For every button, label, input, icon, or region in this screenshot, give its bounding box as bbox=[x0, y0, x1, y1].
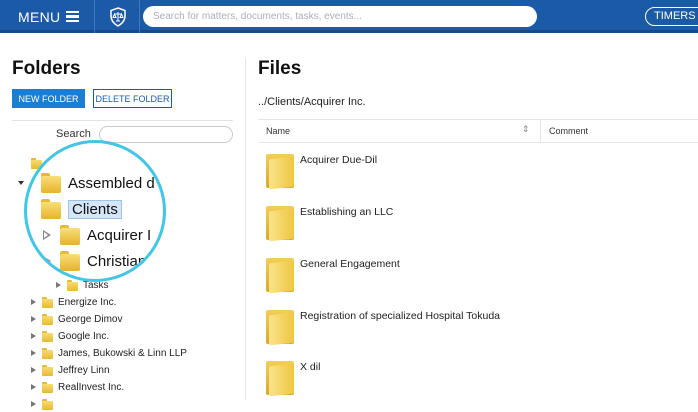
column-separator bbox=[540, 120, 541, 142]
sort-icon[interactable]: ⇕ bbox=[522, 124, 530, 135]
tree-item-label: Energize Inc. bbox=[58, 296, 117, 308]
divider bbox=[12, 120, 233, 121]
tree-item-magnified-selected[interactable]: Clients bbox=[41, 199, 122, 219]
folder-icon bbox=[42, 398, 53, 410]
top-navigation-bar: MENU TIMERS bbox=[0, 0, 698, 33]
folder-icon bbox=[266, 310, 294, 346]
tree-item[interactable]: Google Inc. bbox=[31, 328, 109, 344]
tree-item-label: RealInvest Inc. bbox=[58, 381, 125, 393]
tree-item[interactable]: Energize Inc. bbox=[31, 294, 116, 310]
delete-folder-button[interactable]: DELETE FOLDER bbox=[93, 89, 172, 108]
tree-item-magnified[interactable]: Acquirer I bbox=[43, 225, 151, 245]
folder-search-input[interactable] bbox=[99, 126, 233, 143]
tree-item-magnified[interactable]: Christian bbox=[43, 251, 146, 271]
tree-item[interactable]: RealInvest Inc. bbox=[31, 379, 124, 395]
files-table-header: Name ⇕ Comment bbox=[258, 119, 698, 143]
tree-item-label: George Dimov bbox=[58, 313, 123, 325]
panel-divider bbox=[245, 58, 246, 400]
tree-collapse-arrow[interactable] bbox=[18, 175, 24, 191]
folder-icon bbox=[42, 381, 53, 393]
tree-item[interactable] bbox=[31, 396, 58, 412]
file-name: Acquirer Due-Dil bbox=[300, 154, 378, 166]
hamburger-icon bbox=[66, 11, 80, 22]
folder-icon bbox=[266, 361, 294, 397]
file-name: Establishing an LLC bbox=[300, 206, 394, 218]
column-header-name[interactable]: Name bbox=[266, 126, 290, 136]
breadcrumb[interactable]: ../Clients/Acquirer Inc. bbox=[258, 96, 366, 108]
timers-button[interactable]: TIMERS bbox=[645, 7, 698, 26]
folder-icon bbox=[42, 313, 53, 325]
tree-item-label: Assembled d bbox=[68, 174, 155, 192]
column-header-comment[interactable]: Comment bbox=[549, 126, 588, 136]
tree-item-label: Clients bbox=[68, 199, 122, 219]
file-name: X dil bbox=[300, 361, 321, 373]
file-row[interactable]: Acquirer Due-Dil bbox=[266, 154, 526, 190]
files-title: Files bbox=[258, 58, 302, 79]
expand-arrow-icon[interactable] bbox=[31, 384, 36, 390]
shield-scales-icon[interactable] bbox=[96, 0, 140, 33]
expand-arrow-icon[interactable] bbox=[31, 401, 36, 407]
folder-icon bbox=[266, 258, 294, 294]
folder-icon bbox=[42, 330, 53, 342]
expand-arrow-icon[interactable] bbox=[43, 255, 52, 267]
expand-arrow-icon[interactable] bbox=[43, 229, 52, 241]
folders-title: Folders bbox=[12, 58, 81, 79]
tree-item[interactable]: George Dimov bbox=[31, 311, 122, 327]
file-row[interactable]: Establishing an LLC bbox=[266, 206, 526, 242]
file-name: General Engagement bbox=[300, 258, 400, 270]
tree-item-label: Jeffrey Linn bbox=[58, 364, 110, 376]
tree-item-label: Acquirer I bbox=[87, 226, 152, 244]
expand-arrow-icon[interactable] bbox=[31, 299, 36, 305]
expand-arrow-icon[interactable] bbox=[31, 333, 36, 339]
folder-icon bbox=[266, 154, 294, 190]
folder-icon bbox=[42, 296, 53, 308]
tree-item-label: Google Inc. bbox=[58, 330, 110, 342]
expand-arrow-icon[interactable] bbox=[31, 367, 36, 373]
new-folder-button[interactable]: NEW FOLDER bbox=[12, 89, 85, 108]
folder-icon bbox=[42, 364, 53, 376]
folder-icon bbox=[60, 225, 80, 245]
tree-item-label: James, Bukowski & Linn LLP bbox=[58, 347, 187, 359]
file-row[interactable]: General Engagement bbox=[266, 258, 526, 294]
magnifier-lens: Assembled d Clients Acquirer I Christian bbox=[24, 140, 166, 282]
tree-item-label: Christian bbox=[87, 252, 147, 270]
menu-label: MENU bbox=[18, 8, 61, 25]
folder-search-label: Search bbox=[56, 128, 91, 140]
file-row[interactable]: X dil bbox=[266, 361, 526, 397]
folder-icon bbox=[266, 206, 294, 242]
folder-icon bbox=[67, 279, 78, 291]
expand-arrow-icon[interactable] bbox=[31, 316, 36, 322]
tree-item-magnified[interactable]: Assembled d bbox=[41, 173, 155, 193]
file-name: Registration of specialized Hospital Tok… bbox=[300, 310, 501, 322]
expand-arrow-icon[interactable] bbox=[31, 350, 36, 356]
global-search-input[interactable] bbox=[143, 6, 537, 27]
menu-button[interactable]: MENU bbox=[0, 0, 95, 33]
folder-icon bbox=[41, 173, 61, 193]
folder-icon bbox=[60, 251, 80, 271]
expand-arrow-icon[interactable] bbox=[56, 282, 61, 288]
tree-item[interactable]: Jeffrey Linn bbox=[31, 362, 110, 378]
folder-icon bbox=[41, 199, 61, 219]
tree-item[interactable]: James, Bukowski & Linn LLP bbox=[31, 345, 187, 361]
folder-icon bbox=[42, 347, 53, 359]
file-row[interactable]: Registration of specialized Hospital Tok… bbox=[266, 310, 526, 346]
